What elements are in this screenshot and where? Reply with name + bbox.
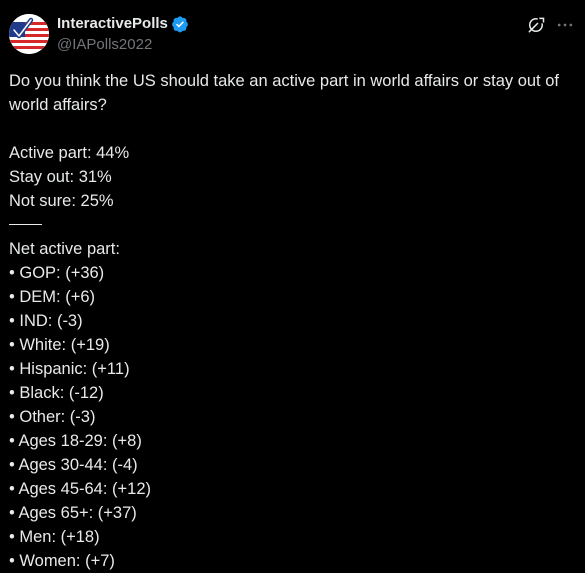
- result-line: Stay out: 31%: [9, 168, 112, 186]
- net-item: • Ages 30-44: (-4): [9, 456, 138, 474]
- net-item: • Other: (-3): [9, 408, 96, 426]
- divider-rule: [9, 224, 42, 225]
- more-icon[interactable]: [555, 15, 575, 35]
- verified-badge-icon: [172, 16, 188, 33]
- net-item: • Hispanic: (+11): [9, 360, 130, 378]
- net-item: • GOP: (+36): [9, 264, 105, 282]
- net-item: • Men: (+18): [9, 528, 100, 546]
- net-item: • Women: (+7): [9, 552, 115, 570]
- tweet-header: InteractivePolls @IAPolls2022: [0, 0, 585, 68]
- result-line: Not sure: 25%: [9, 192, 114, 210]
- net-item: • Ages 65+: (+37): [9, 504, 137, 522]
- flag-checkmark-logo-icon: [9, 14, 49, 54]
- net-heading: Net active part:: [9, 240, 120, 258]
- net-item: • Black: (-12): [9, 384, 104, 402]
- result-line: Active part: 44%: [9, 144, 130, 162]
- poll-question: Do you think the US should take an activ…: [9, 72, 559, 114]
- text-divider: [9, 213, 579, 237]
- avatar[interactable]: [9, 14, 49, 54]
- grok-icon[interactable]: [526, 15, 546, 35]
- author-display-name[interactable]: InteractivePolls: [57, 14, 168, 34]
- net-item: • Ages 18-29: (+8): [9, 432, 142, 450]
- author-name-row: InteractivePolls: [57, 14, 189, 34]
- net-item: • DEM: (+6): [9, 288, 95, 306]
- author-handle[interactable]: @IAPolls2022: [57, 35, 152, 55]
- tweet-text: Do you think the US should take an activ…: [9, 69, 579, 573]
- net-item: • Ages 45-64: (+12): [9, 480, 151, 498]
- net-item: • IND: (-3): [9, 312, 83, 330]
- net-item: • White: (+19): [9, 336, 110, 354]
